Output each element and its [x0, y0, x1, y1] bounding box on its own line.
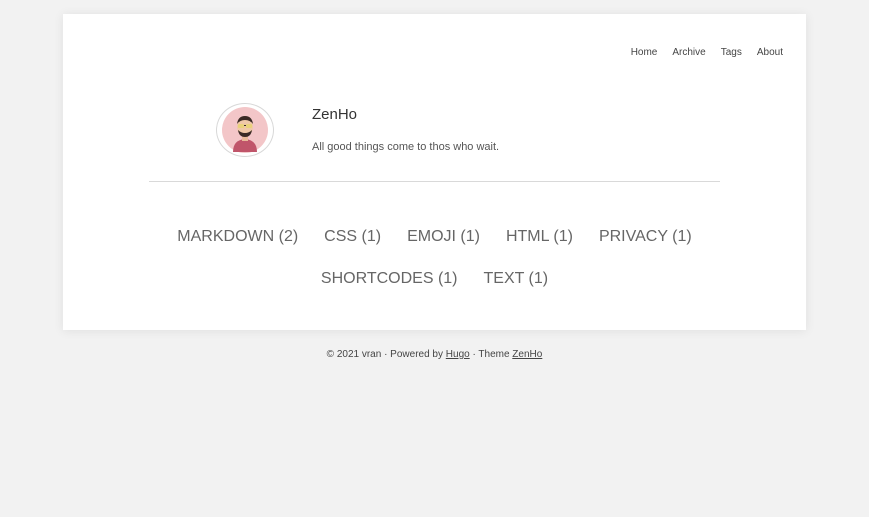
footer-theme-text: · Theme [469, 349, 513, 360]
top-nav: Home Archive Tags About [616, 47, 783, 58]
footer-copyright: © 2021 vran · Powered by [326, 349, 446, 360]
tag-cloud: MARKDOWN (2) CSS (1) EMOJI (1) HTML (1) … [149, 216, 720, 300]
site-title[interactable]: ZenHo [312, 106, 357, 123]
footer-theme-link[interactable]: ZenHo [512, 349, 542, 360]
site-description: All good things come to thos who wait. [312, 141, 500, 153]
avatar[interactable] [216, 103, 274, 157]
tag-text[interactable]: TEXT (1) [484, 258, 549, 300]
tag-markdown[interactable]: MARKDOWN (2) [177, 216, 298, 258]
nav-item-home[interactable]: Home [631, 47, 658, 58]
main-card: Home Archive Tags About ZenHo All good t… [63, 14, 806, 330]
nav-item-about[interactable]: About [757, 47, 783, 58]
person-avatar-icon [222, 107, 268, 153]
nav-item-archive[interactable]: Archive [672, 47, 705, 58]
footer-hugo-link[interactable]: Hugo [446, 349, 470, 360]
footer: © 2021 vran · Powered by Hugo · Theme Ze… [0, 349, 869, 360]
tag-css[interactable]: CSS (1) [324, 216, 381, 258]
tag-emoji[interactable]: EMOJI (1) [407, 216, 480, 258]
nav-item-tags[interactable]: Tags [721, 47, 742, 58]
tag-privacy[interactable]: PRIVACY (1) [599, 216, 692, 258]
tag-html[interactable]: HTML (1) [506, 216, 573, 258]
divider [149, 181, 720, 182]
tag-shortcodes[interactable]: SHORTCODES (1) [321, 258, 458, 300]
